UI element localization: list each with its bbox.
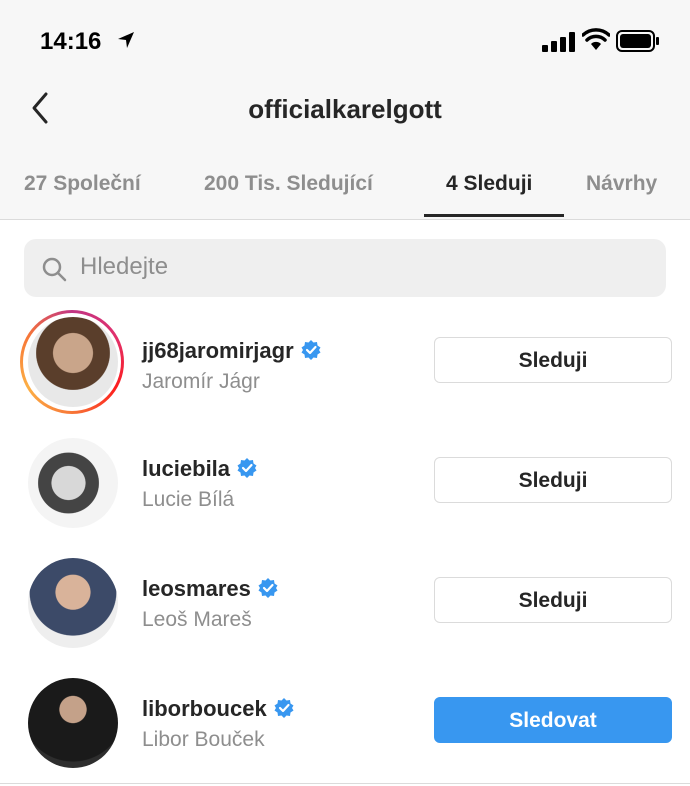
tab-followers[interactable]: 200 Tis. Sledující bbox=[204, 172, 373, 196]
avatar[interactable] bbox=[28, 678, 118, 768]
follow-button[interactable]: Sledovat bbox=[434, 697, 672, 743]
full-name: Jaromír Jágr bbox=[142, 370, 260, 393]
full-name: Libor Bouček bbox=[142, 728, 265, 751]
username[interactable]: luciebila bbox=[142, 456, 258, 482]
avatar[interactable] bbox=[28, 317, 118, 407]
page-title: officialkarelgott bbox=[248, 94, 442, 124]
verified-badge-icon bbox=[258, 578, 278, 598]
list-item[interactable]: jj68jaromirjagr Jaromír Jágr Sleduji bbox=[0, 306, 690, 426]
battery-icon bbox=[616, 30, 659, 52]
tab-bar: 27 Společní 200 Tis. Sledující 4 Sleduji… bbox=[0, 160, 690, 220]
status-bar: 14:16 bbox=[0, 24, 690, 60]
list-item[interactable]: luciebila Lucie Bílá Sleduji bbox=[0, 426, 690, 546]
following-button[interactable]: Sleduji bbox=[434, 457, 672, 503]
tab-following[interactable]: 4 Sleduji bbox=[446, 172, 532, 196]
username[interactable]: leosmares bbox=[142, 576, 279, 602]
full-name: Lucie Bílá bbox=[142, 488, 235, 511]
header-divider bbox=[0, 219, 690, 220]
username[interactable]: jj68jaromirjagr bbox=[142, 338, 322, 364]
verified-badge-icon bbox=[237, 458, 257, 478]
tab-mutual[interactable]: 27 Společní bbox=[24, 172, 141, 196]
active-tab-indicator bbox=[424, 214, 564, 217]
list-item[interactable]: liborboucek Libor Bouček Sledovat bbox=[0, 666, 690, 786]
list-item[interactable]: leosmares Leoš Mareš Sleduji bbox=[0, 546, 690, 666]
search-icon bbox=[42, 257, 67, 282]
status-time: 14:16 bbox=[40, 28, 102, 55]
verified-badge-icon bbox=[274, 698, 294, 718]
verified-badge-icon bbox=[301, 340, 321, 360]
following-button[interactable]: Sleduji bbox=[434, 577, 672, 623]
search-input[interactable]: Hledejte bbox=[24, 239, 666, 297]
following-button[interactable]: Sleduji bbox=[434, 337, 672, 383]
avatar[interactable] bbox=[28, 438, 118, 528]
tab-suggestions[interactable]: Návrhy bbox=[586, 172, 657, 196]
wifi-icon bbox=[582, 28, 610, 50]
full-name: Leoš Mareš bbox=[142, 608, 252, 631]
location-arrow-icon bbox=[118, 32, 134, 48]
avatar[interactable] bbox=[28, 558, 118, 648]
cellular-signal-icon bbox=[542, 32, 575, 52]
search-placeholder: Hledejte bbox=[80, 253, 169, 280]
username[interactable]: liborboucek bbox=[142, 696, 295, 722]
bottom-divider bbox=[0, 783, 690, 784]
